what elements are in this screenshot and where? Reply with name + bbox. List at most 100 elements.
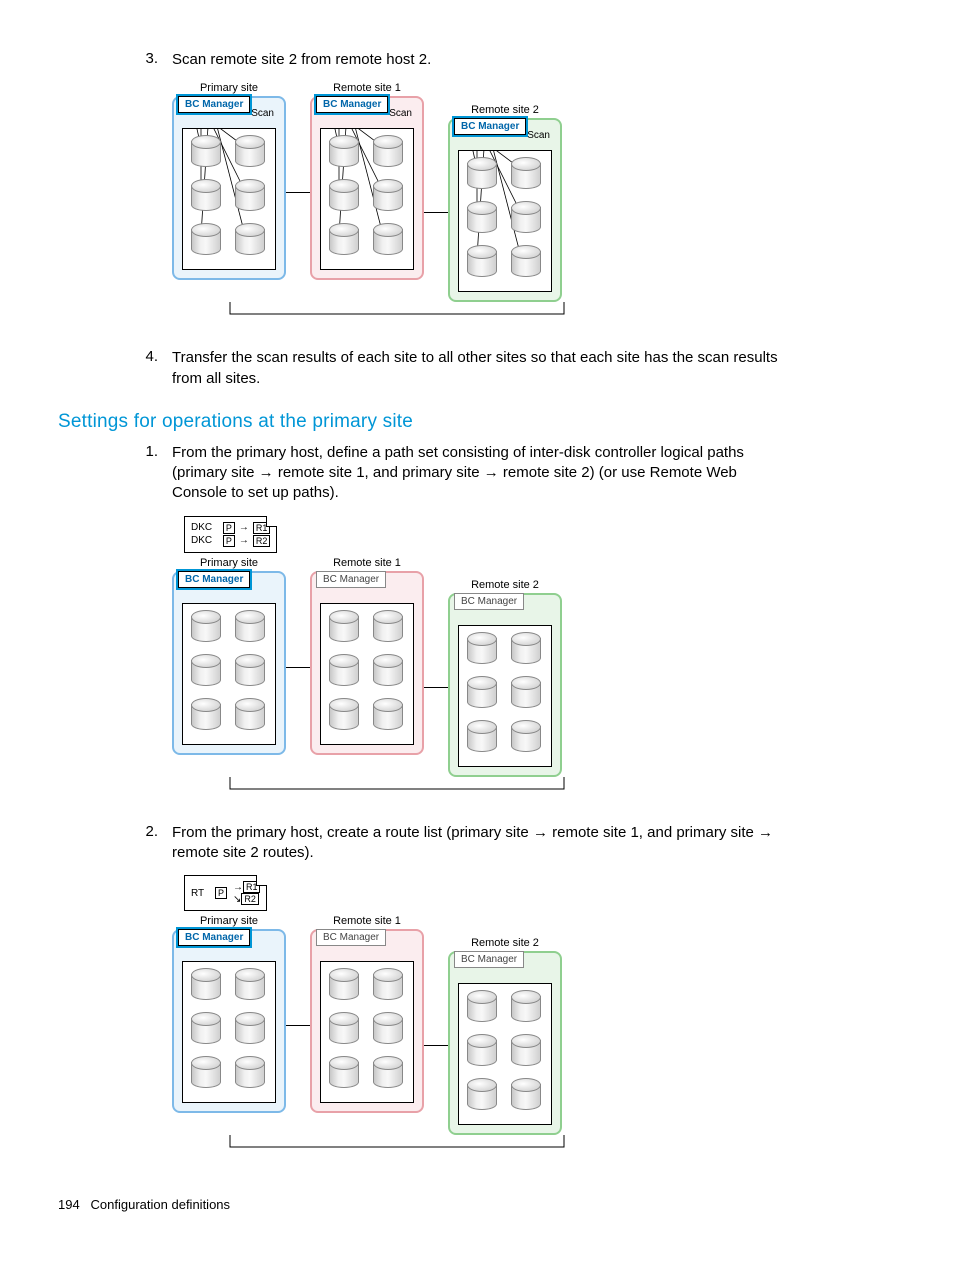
storage-box	[320, 603, 414, 745]
scan-label: Scan	[251, 108, 274, 119]
disk-icon	[233, 179, 267, 215]
site-label-remote1: Remote site 1	[333, 82, 401, 94]
diagram-path-set: DKC P→R1 DKC P→R2 Primary site BC Manage…	[172, 516, 780, 799]
disk-icon	[189, 1012, 223, 1048]
footer-section: Configuration definitions	[91, 1197, 230, 1212]
disk-icon	[509, 245, 543, 281]
storage-box	[458, 150, 552, 292]
disk-icon	[233, 223, 267, 259]
legend-p: P	[223, 535, 235, 547]
list-text: From the primary host, define a path set…	[172, 443, 780, 504]
disk-icon	[189, 968, 223, 1004]
arrow-icon: →	[239, 522, 249, 533]
bottom-connector	[172, 1135, 642, 1157]
disk-icon	[509, 990, 543, 1026]
disk-icon	[465, 1034, 499, 1070]
legend-title: DKC	[191, 535, 212, 546]
disk-icon	[509, 1034, 543, 1070]
connector	[424, 1045, 448, 1046]
diagram-scan-all: Primary site BC Manager Scan Remote site…	[172, 82, 780, 324]
site-label-primary: Primary site	[200, 82, 258, 94]
page-number: 194	[58, 1197, 80, 1212]
section-heading: Settings for operations at the primary s…	[58, 411, 780, 433]
list-item: 4. Transfer the scan results of each sit…	[124, 348, 780, 389]
disk-icon	[465, 990, 499, 1026]
page-footer: 194 Configuration definitions	[58, 1197, 780, 1212]
disk-icon	[509, 1078, 543, 1114]
disk-icon	[509, 632, 543, 668]
connector	[286, 192, 310, 193]
bc-manager-tag: BC Manager	[454, 951, 524, 968]
site-primary: BC Manager	[172, 571, 286, 755]
list-text: Scan remote site 2 from remote host 2.	[172, 50, 780, 70]
disk-icon	[509, 720, 543, 756]
disk-icon	[233, 135, 267, 171]
disk-icon	[189, 654, 223, 690]
site-primary: BC Manager	[172, 929, 286, 1113]
legend-rt: RT P →R1 ↘R2	[184, 875, 267, 911]
legend-title: DKC	[191, 522, 212, 533]
disk-icon	[465, 720, 499, 756]
disk-icon	[465, 632, 499, 668]
disk-icon	[327, 698, 361, 734]
bc-manager-tag: BC Manager	[454, 593, 524, 610]
disk-icon	[327, 654, 361, 690]
list-item: 2. From the primary host, create a route…	[124, 823, 780, 864]
disk-icon	[189, 610, 223, 646]
list-number: 3.	[124, 50, 172, 70]
bc-manager-tag: BC Manager	[178, 929, 250, 946]
list-number: 4.	[124, 348, 172, 389]
disk-icon	[327, 968, 361, 1004]
disk-icon	[233, 968, 267, 1004]
bc-manager-tag: BC Manager	[178, 96, 250, 113]
arrow-icon: →	[239, 535, 249, 546]
disk-icon	[233, 698, 267, 734]
legend-r2: R2	[253, 535, 271, 547]
disk-icon	[465, 201, 499, 237]
bc-manager-tag: BC Manager	[316, 96, 388, 113]
disk-icon	[327, 610, 361, 646]
connector	[286, 1025, 310, 1026]
scan-label: Scan	[527, 130, 550, 141]
site-primary: BC Manager Scan	[172, 96, 286, 280]
disk-icon	[371, 135, 405, 171]
disk-icon	[371, 610, 405, 646]
disk-icon	[327, 1012, 361, 1048]
storage-box	[320, 961, 414, 1103]
disk-icon	[465, 1078, 499, 1114]
bc-manager-tag: BC Manager	[316, 929, 386, 946]
site-label-remote2: Remote site 2	[471, 937, 539, 949]
disk-icon	[371, 1056, 405, 1092]
disk-icon	[189, 223, 223, 259]
storage-box	[182, 961, 276, 1103]
disk-icon	[189, 1056, 223, 1092]
arrow-icon: ↘	[233, 894, 241, 905]
list-text: From the primary host, create a route li…	[172, 823, 780, 864]
list-item: 3. Scan remote site 2 from remote host 2…	[124, 50, 780, 70]
diagram-route-list: RT P →R1 ↘R2 Primary site BC Manager	[172, 875, 780, 1157]
disk-icon	[189, 179, 223, 215]
site-remote1: BC Manager	[310, 571, 424, 755]
storage-box	[458, 983, 552, 1125]
disk-icon	[233, 654, 267, 690]
list-number: 2.	[124, 823, 172, 864]
site-remote2: BC Manager	[448, 951, 562, 1135]
disk-icon	[465, 157, 499, 193]
legend-r2: R2	[241, 893, 259, 905]
site-label-remote2: Remote site 2	[471, 104, 539, 116]
list-text: Transfer the scan results of each site t…	[172, 348, 780, 389]
bc-manager-tag: BC Manager	[178, 571, 250, 588]
site-remote1: BC Manager	[310, 929, 424, 1113]
connector	[424, 212, 448, 213]
bc-manager-tag: BC Manager	[316, 571, 386, 588]
legend-p: P	[215, 887, 227, 899]
site-label-primary: Primary site	[200, 557, 258, 569]
disk-icon	[371, 698, 405, 734]
legend-p: P	[223, 522, 235, 534]
disk-icon	[327, 223, 361, 259]
storage-box	[458, 625, 552, 767]
disk-icon	[509, 201, 543, 237]
site-remote2: BC Manager Scan	[448, 118, 562, 302]
legend-dkc: DKC P→R1 DKC P→R2	[184, 516, 277, 553]
storage-box	[182, 128, 276, 270]
